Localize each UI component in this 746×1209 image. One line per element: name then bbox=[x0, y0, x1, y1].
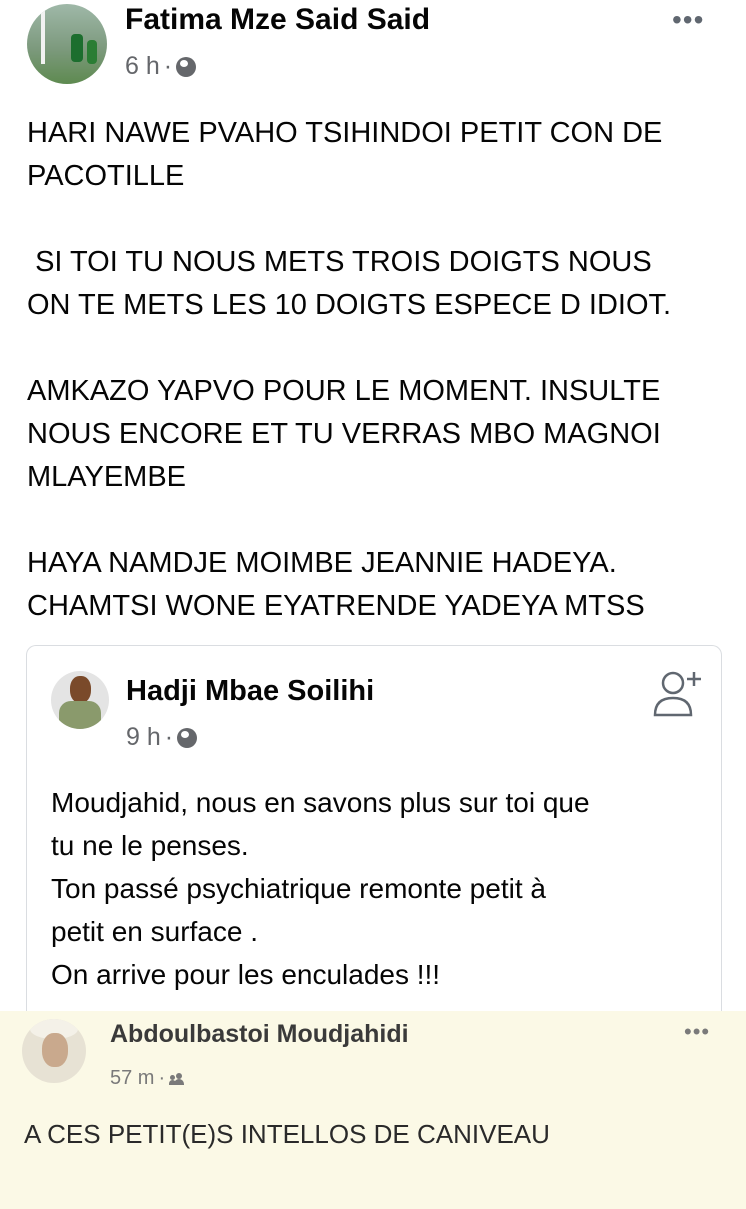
post-body: HARI NAWE PVAHO TSIHINDOI PETIT CON DE P… bbox=[27, 117, 672, 622]
shared-author-avatar[interactable] bbox=[51, 671, 109, 729]
more-options-icon[interactable]: ••• bbox=[684, 1021, 710, 1043]
author-name[interactable]: Fatima Mze Said Said bbox=[125, 3, 430, 37]
post-meta: 6 h · bbox=[125, 52, 197, 81]
more-options-icon[interactable]: ••• bbox=[672, 6, 704, 34]
meta-separator: · bbox=[163, 52, 173, 80]
shared-author-name[interactable]: Hadji Mbae Soilihi bbox=[126, 675, 374, 708]
shared-post-time[interactable]: 9 h bbox=[126, 723, 161, 752]
friends-icon bbox=[169, 1072, 185, 1085]
globe-icon bbox=[177, 727, 198, 748]
shared-post-body: Moudjahid, nous en savons plus sur toi q… bbox=[51, 787, 590, 990]
third-post-meta: 57 m · bbox=[110, 1067, 185, 1090]
author-avatar[interactable] bbox=[27, 4, 107, 84]
avatar-player bbox=[87, 40, 97, 64]
shared-post-meta: 9 h · bbox=[126, 723, 198, 752]
avatar-shirt bbox=[59, 701, 101, 729]
third-author-avatar[interactable] bbox=[22, 1019, 86, 1083]
avatar-head bbox=[70, 676, 91, 703]
meta-separator: · bbox=[164, 723, 174, 751]
third-post-body: A CES PETIT(E)S INTELLOS DE CANIVEAU bbox=[24, 1119, 550, 1149]
avatar-player bbox=[71, 34, 83, 62]
avatar-goalpost bbox=[41, 4, 45, 64]
add-friend-icon[interactable] bbox=[651, 668, 703, 718]
main-post: Fatima Mze Said Said 6 h · ••• HARI NAWE… bbox=[0, 0, 746, 1011]
post-time[interactable]: 6 h bbox=[125, 52, 160, 81]
shared-post-card[interactable]: Hadji Mbae Soilihi 9 h · Moudjahid, nous… bbox=[26, 645, 722, 1011]
meta-separator: · bbox=[158, 1067, 166, 1089]
third-post-time[interactable]: 57 m bbox=[110, 1067, 154, 1090]
third-post: Abdoulbastoi Moudjahidi 57 m · ••• A CES… bbox=[0, 1011, 746, 1209]
globe-icon bbox=[176, 56, 197, 77]
avatar-face bbox=[42, 1033, 68, 1067]
third-author-name[interactable]: Abdoulbastoi Moudjahidi bbox=[110, 1020, 409, 1049]
